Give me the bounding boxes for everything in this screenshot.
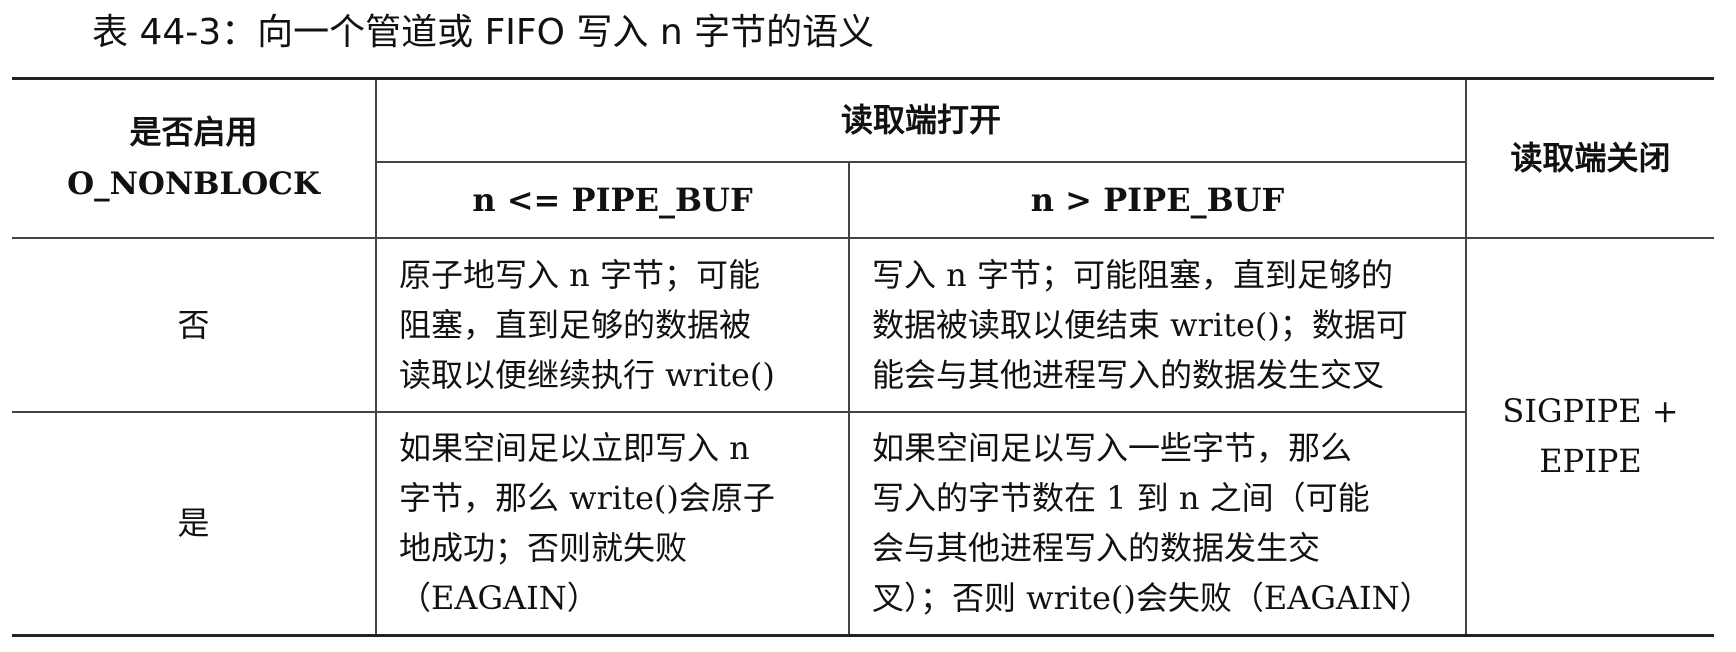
text-line: 字节，那么 write()会原子 bbox=[399, 479, 775, 518]
text-line: 数据被读取以便结束 write()；数据可 bbox=[872, 305, 1408, 344]
text-line: 叉）；否则 write()会失败（EAGAIN） bbox=[872, 579, 1432, 618]
row-yes-small-write: 如果空间足以立即写入 n 字节，那么 write()会原子 地成功；否则就失败 … bbox=[375, 410, 850, 636]
table-caption: 表 44-3：向一个管道或 FIFO 写入 n 字节的语义 bbox=[92, 12, 875, 53]
header-reader-open: 读取端打开 bbox=[374, 78, 1468, 163]
header-nonblock-line2: O_NONBLOCK bbox=[67, 166, 320, 203]
text-line: 写入的字节数在 1 到 n 之间（可能 bbox=[872, 479, 1370, 518]
text-line: 地成功；否则就失败 bbox=[399, 529, 688, 568]
header-reader-closed: 读取端关闭 bbox=[1465, 78, 1715, 239]
reader-closed-result: SIGPIPE + EPIPE bbox=[1465, 236, 1715, 637]
header-small-write: n <= PIPE_BUF bbox=[376, 160, 850, 239]
row-yes-large-write: 如果空间足以写入一些字节，那么 写入的字节数在 1 到 n 之间（可能 会与其他… bbox=[847, 410, 1467, 636]
text-line: 读取以便继续执行 write() bbox=[399, 355, 775, 394]
pipe-write-semantics-table: 是否启用 O_NONBLOCK 读取端打开 读取端关闭 n <= PIPE_BU… bbox=[12, 77, 1715, 637]
table-row: 否 原子地写入 n 字节；可能 阻塞，直到足够的数据被 读取以便继续执行 wri… bbox=[12, 236, 1715, 637]
row-nonblock-yes: 是 bbox=[12, 410, 377, 636]
text-line: 如果空间足以立即写入 n bbox=[399, 429, 750, 468]
header-nonblock-line1: 是否启用 bbox=[129, 113, 258, 152]
text-line: 阻塞，直到足够的数据被 bbox=[399, 305, 752, 344]
header-nonblock: 是否启用 O_NONBLOCK bbox=[12, 78, 377, 239]
table-row: 是 如果空间足以立即写入 n 字节，那么 write()会原子 地成功；否则就失… bbox=[12, 410, 1714, 636]
row-no-small-write: 原子地写入 n 字节；可能 阻塞，直到足够的数据被 读取以便继续执行 write… bbox=[375, 236, 850, 413]
text-line: 如果空间足以写入一些字节，那么 bbox=[872, 429, 1353, 468]
text-line: 能会与其他进程写入的数据发生交叉 bbox=[872, 355, 1385, 394]
row-nonblock-no: 否 bbox=[12, 236, 377, 413]
header-row: 是否启用 O_NONBLOCK 读取端打开 读取端关闭 bbox=[12, 78, 1715, 239]
text-line: 写入 n 字节；可能阻塞，直到足够的 bbox=[872, 255, 1393, 294]
text-line: 会与其他进程写入的数据发生交 bbox=[872, 529, 1321, 568]
header-large-write: n > PIPE_BUF bbox=[847, 160, 1467, 239]
row-no-large-write: 写入 n 字节；可能阻塞，直到足够的 数据被读取以便结束 write()；数据可… bbox=[847, 236, 1468, 413]
text-line: （EAGAIN） bbox=[399, 579, 599, 618]
text-line: SIGPIPE + bbox=[1502, 392, 1679, 431]
text-line: EPIPE bbox=[1539, 442, 1642, 481]
text-line: 原子地写入 n 字节；可能 bbox=[399, 255, 760, 294]
